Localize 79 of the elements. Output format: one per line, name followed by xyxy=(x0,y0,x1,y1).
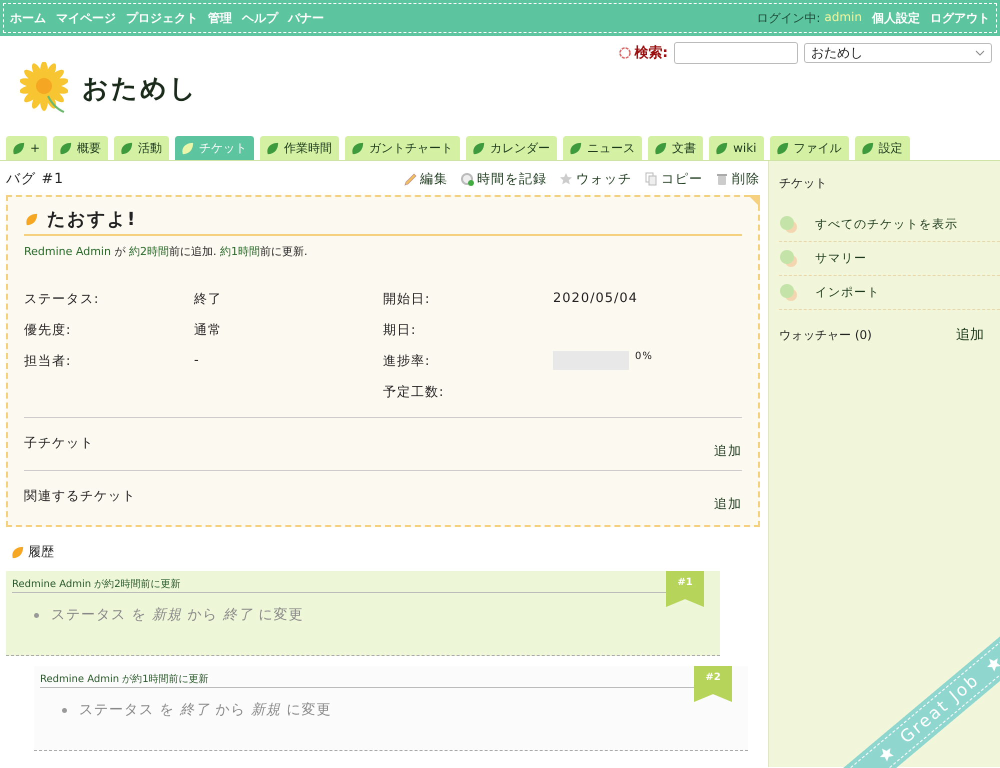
field-label: ステータス: xyxy=(24,290,100,308)
copy-icon xyxy=(644,172,658,186)
add-link[interactable]: 追加 xyxy=(956,326,984,344)
project-tab[interactable]: ファイル xyxy=(770,136,848,160)
author-text: が xyxy=(113,245,126,258)
author-link[interactable]: 約1時間 xyxy=(220,245,260,258)
progress-reading: 0% xyxy=(635,351,653,362)
bullet-icon xyxy=(779,214,799,234)
bullet-icon xyxy=(779,248,799,268)
action-link[interactable]: 編集 xyxy=(403,170,448,188)
field-label: 開始日: xyxy=(383,290,432,308)
journal-detail: ステータス を 終了 から 新規 に変更 xyxy=(79,701,332,720)
leaf-icon xyxy=(568,140,584,156)
star-icon xyxy=(559,172,573,186)
pencil-icon xyxy=(403,172,417,186)
field-value: 通常 xyxy=(194,322,223,338)
project-tab[interactable]: ガントチャート xyxy=(345,136,460,160)
sidebar-link[interactable]: インポート xyxy=(815,284,880,301)
leaf-icon xyxy=(860,140,874,156)
leaf-icon xyxy=(58,140,74,156)
author-link[interactable]: Redmine Admin xyxy=(24,245,111,258)
add-link[interactable]: 追加 xyxy=(714,442,742,460)
project-tab[interactable]: wiki xyxy=(709,136,764,160)
author-text: 前に追加. xyxy=(168,245,218,258)
project-tab[interactable]: カレンダー xyxy=(466,136,558,160)
leaf-icon xyxy=(24,212,39,226)
sidebar-title: チケット xyxy=(779,175,828,192)
project-tab[interactable]: 活動 xyxy=(114,136,170,160)
search-label: 検索: xyxy=(634,44,668,62)
leaf-icon xyxy=(10,544,25,560)
journal-detail: ステータス を 新規 から 終了 に変更 xyxy=(51,606,304,625)
field-label: 予定工数: xyxy=(383,384,446,400)
section-title: 関連するチケット xyxy=(24,488,136,505)
leaf-icon xyxy=(350,140,366,156)
section-title: 子チケット xyxy=(24,435,94,452)
project-title: おためし xyxy=(82,72,198,106)
action-link[interactable]: コピー xyxy=(644,170,703,188)
project-tab[interactable]: + xyxy=(6,136,48,160)
field-label: 期日: xyxy=(383,322,418,338)
history-title: 履歴 xyxy=(28,544,54,561)
search-field[interactable] xyxy=(674,42,798,64)
leaf-icon xyxy=(653,140,668,156)
project-tab[interactable]: 作業時間 xyxy=(260,136,340,160)
action-link[interactable]: 削除 xyxy=(715,170,760,188)
bullet-icon xyxy=(34,612,39,618)
add-link[interactable]: 追加 xyxy=(714,495,742,513)
login-label: ログイン中: xyxy=(756,10,820,26)
leaf-icon xyxy=(119,140,134,156)
field-value: - xyxy=(194,353,201,368)
action-link[interactable]: 時間を記録 xyxy=(460,170,547,188)
leaf-icon xyxy=(265,140,280,156)
leaf-icon xyxy=(180,140,196,156)
author-text: 前に更新. xyxy=(260,245,308,258)
trash-icon xyxy=(715,172,729,186)
field-value: 終了 xyxy=(194,290,223,308)
project-tab[interactable]: 設定 xyxy=(854,136,910,160)
leaf-icon xyxy=(714,140,730,156)
bullet-icon xyxy=(779,282,799,302)
sidebar-link[interactable]: すべてのチケットを表示 xyxy=(815,216,958,233)
chevron-icon xyxy=(975,50,985,56)
leaf-icon xyxy=(471,140,486,156)
sidebar-link[interactable]: サマリー xyxy=(815,250,867,267)
project-select[interactable]: おためし xyxy=(804,43,992,63)
author-link[interactable]: 約2時間 xyxy=(128,245,169,258)
project-tab[interactable]: 文書 xyxy=(648,136,704,160)
leaf-icon xyxy=(11,140,26,156)
issue-title: バグ #1 xyxy=(6,170,64,188)
field-label: 担当者: xyxy=(24,352,72,370)
field-value: 2020/05/04 xyxy=(553,291,639,306)
clock-icon xyxy=(460,172,474,186)
project-tab[interactable]: ニュース xyxy=(563,136,642,160)
bullet-icon xyxy=(62,708,67,712)
watchers-label: ウォッチャー (0) xyxy=(779,327,872,344)
issue-subject: たおすよ! xyxy=(47,208,138,231)
project-tab[interactable]: 概要 xyxy=(53,136,108,160)
field-label: 優先度: xyxy=(24,322,72,338)
leaf-icon xyxy=(774,140,790,156)
action-link[interactable]: ウォッチ xyxy=(559,170,632,188)
field-label: 進捗率: xyxy=(383,352,432,370)
